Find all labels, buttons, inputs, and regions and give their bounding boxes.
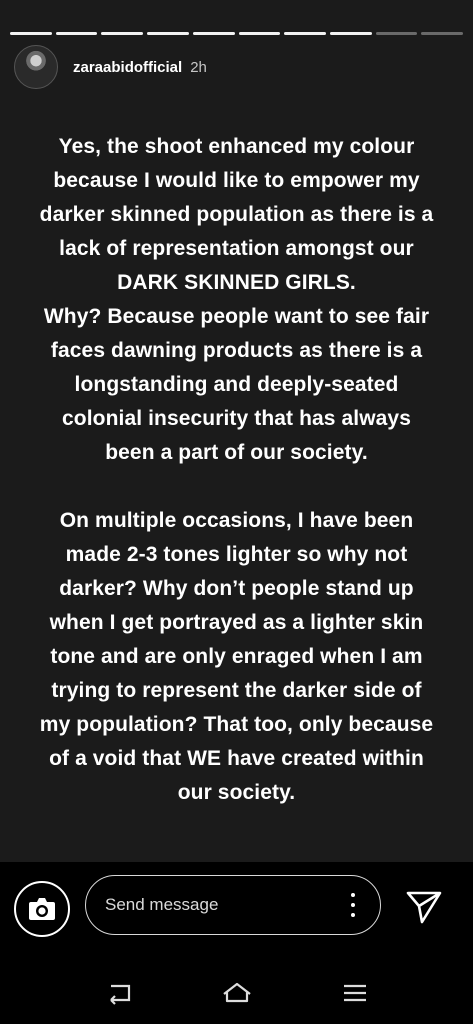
progress-segment — [101, 32, 144, 35]
text-line: of a void that WE have created within — [49, 747, 424, 770]
progress-segment — [238, 32, 281, 35]
more-vertical-icon[interactable] — [350, 893, 356, 917]
story-footer: Send message — [0, 862, 473, 950]
progress-segment — [55, 32, 98, 35]
camera-icon — [29, 898, 55, 920]
text-line: our society. — [177, 781, 296, 804]
text-line: been a part of our society. — [105, 441, 368, 464]
text-line: trying to represent the darker side of — [51, 679, 422, 702]
story-header: zaraabidofficial 2h — [14, 44, 207, 90]
text-line: because I would like to empower my — [53, 169, 420, 192]
text-line: lack of representation amongst our — [59, 237, 414, 260]
progress-segment — [147, 32, 189, 35]
text-line: my population? That too, only because — [39, 713, 434, 736]
back-icon[interactable] — [103, 980, 135, 1006]
text-line: darker skinned population as there is a — [39, 203, 434, 226]
send-message-placeholder: Send message — [105, 895, 219, 914]
text-line: made 2-3 tones lighter so why not — [65, 543, 408, 566]
story-text: Yes, the shoot enhanced my colour becaus… — [8, 130, 465, 810]
progress-segment — [10, 32, 52, 35]
progress-segment — [421, 32, 464, 35]
send-icon[interactable] — [405, 889, 443, 925]
username[interactable]: zaraabidofficial — [73, 59, 182, 76]
text-line: faces dawning products as there is a — [50, 339, 423, 362]
text-line: darker? Why don’t people stand up — [59, 577, 414, 600]
text-line: Why? Because people want to see fair — [43, 305, 430, 328]
avatar[interactable] — [14, 45, 58, 89]
home-icon[interactable] — [221, 980, 253, 1006]
post-time: 2h — [190, 58, 207, 76]
text-line: DARK SKINNED GIRLS. — [117, 271, 356, 294]
progress-segment — [375, 32, 418, 35]
text-line: On multiple occasions, I have been — [59, 509, 414, 532]
text-line: when I get portrayed as a lighter skin — [49, 611, 424, 634]
system-navigation-bar — [0, 950, 473, 1024]
story-progress-bar — [10, 32, 464, 35]
progress-segment — [329, 32, 372, 35]
text-line: tone and are only enraged when I am — [50, 645, 423, 668]
progress-segment — [284, 32, 326, 35]
story-view[interactable]: zaraabidofficial 2h Yes, the shoot enhan… — [0, 0, 473, 862]
text-line: Yes, the shoot enhanced my colour — [58, 135, 415, 158]
send-message-input[interactable]: Send message — [85, 875, 381, 935]
text-line: colonial insecurity that has always — [62, 407, 411, 430]
recents-icon[interactable] — [339, 980, 371, 1006]
paragraph: On multiple occasions, I have been made … — [8, 504, 465, 810]
paragraph: Yes, the shoot enhanced my colour becaus… — [8, 130, 465, 470]
camera-button[interactable] — [14, 881, 70, 937]
text-line: longstanding and deeply-seated — [74, 373, 399, 396]
progress-segment — [192, 32, 235, 35]
